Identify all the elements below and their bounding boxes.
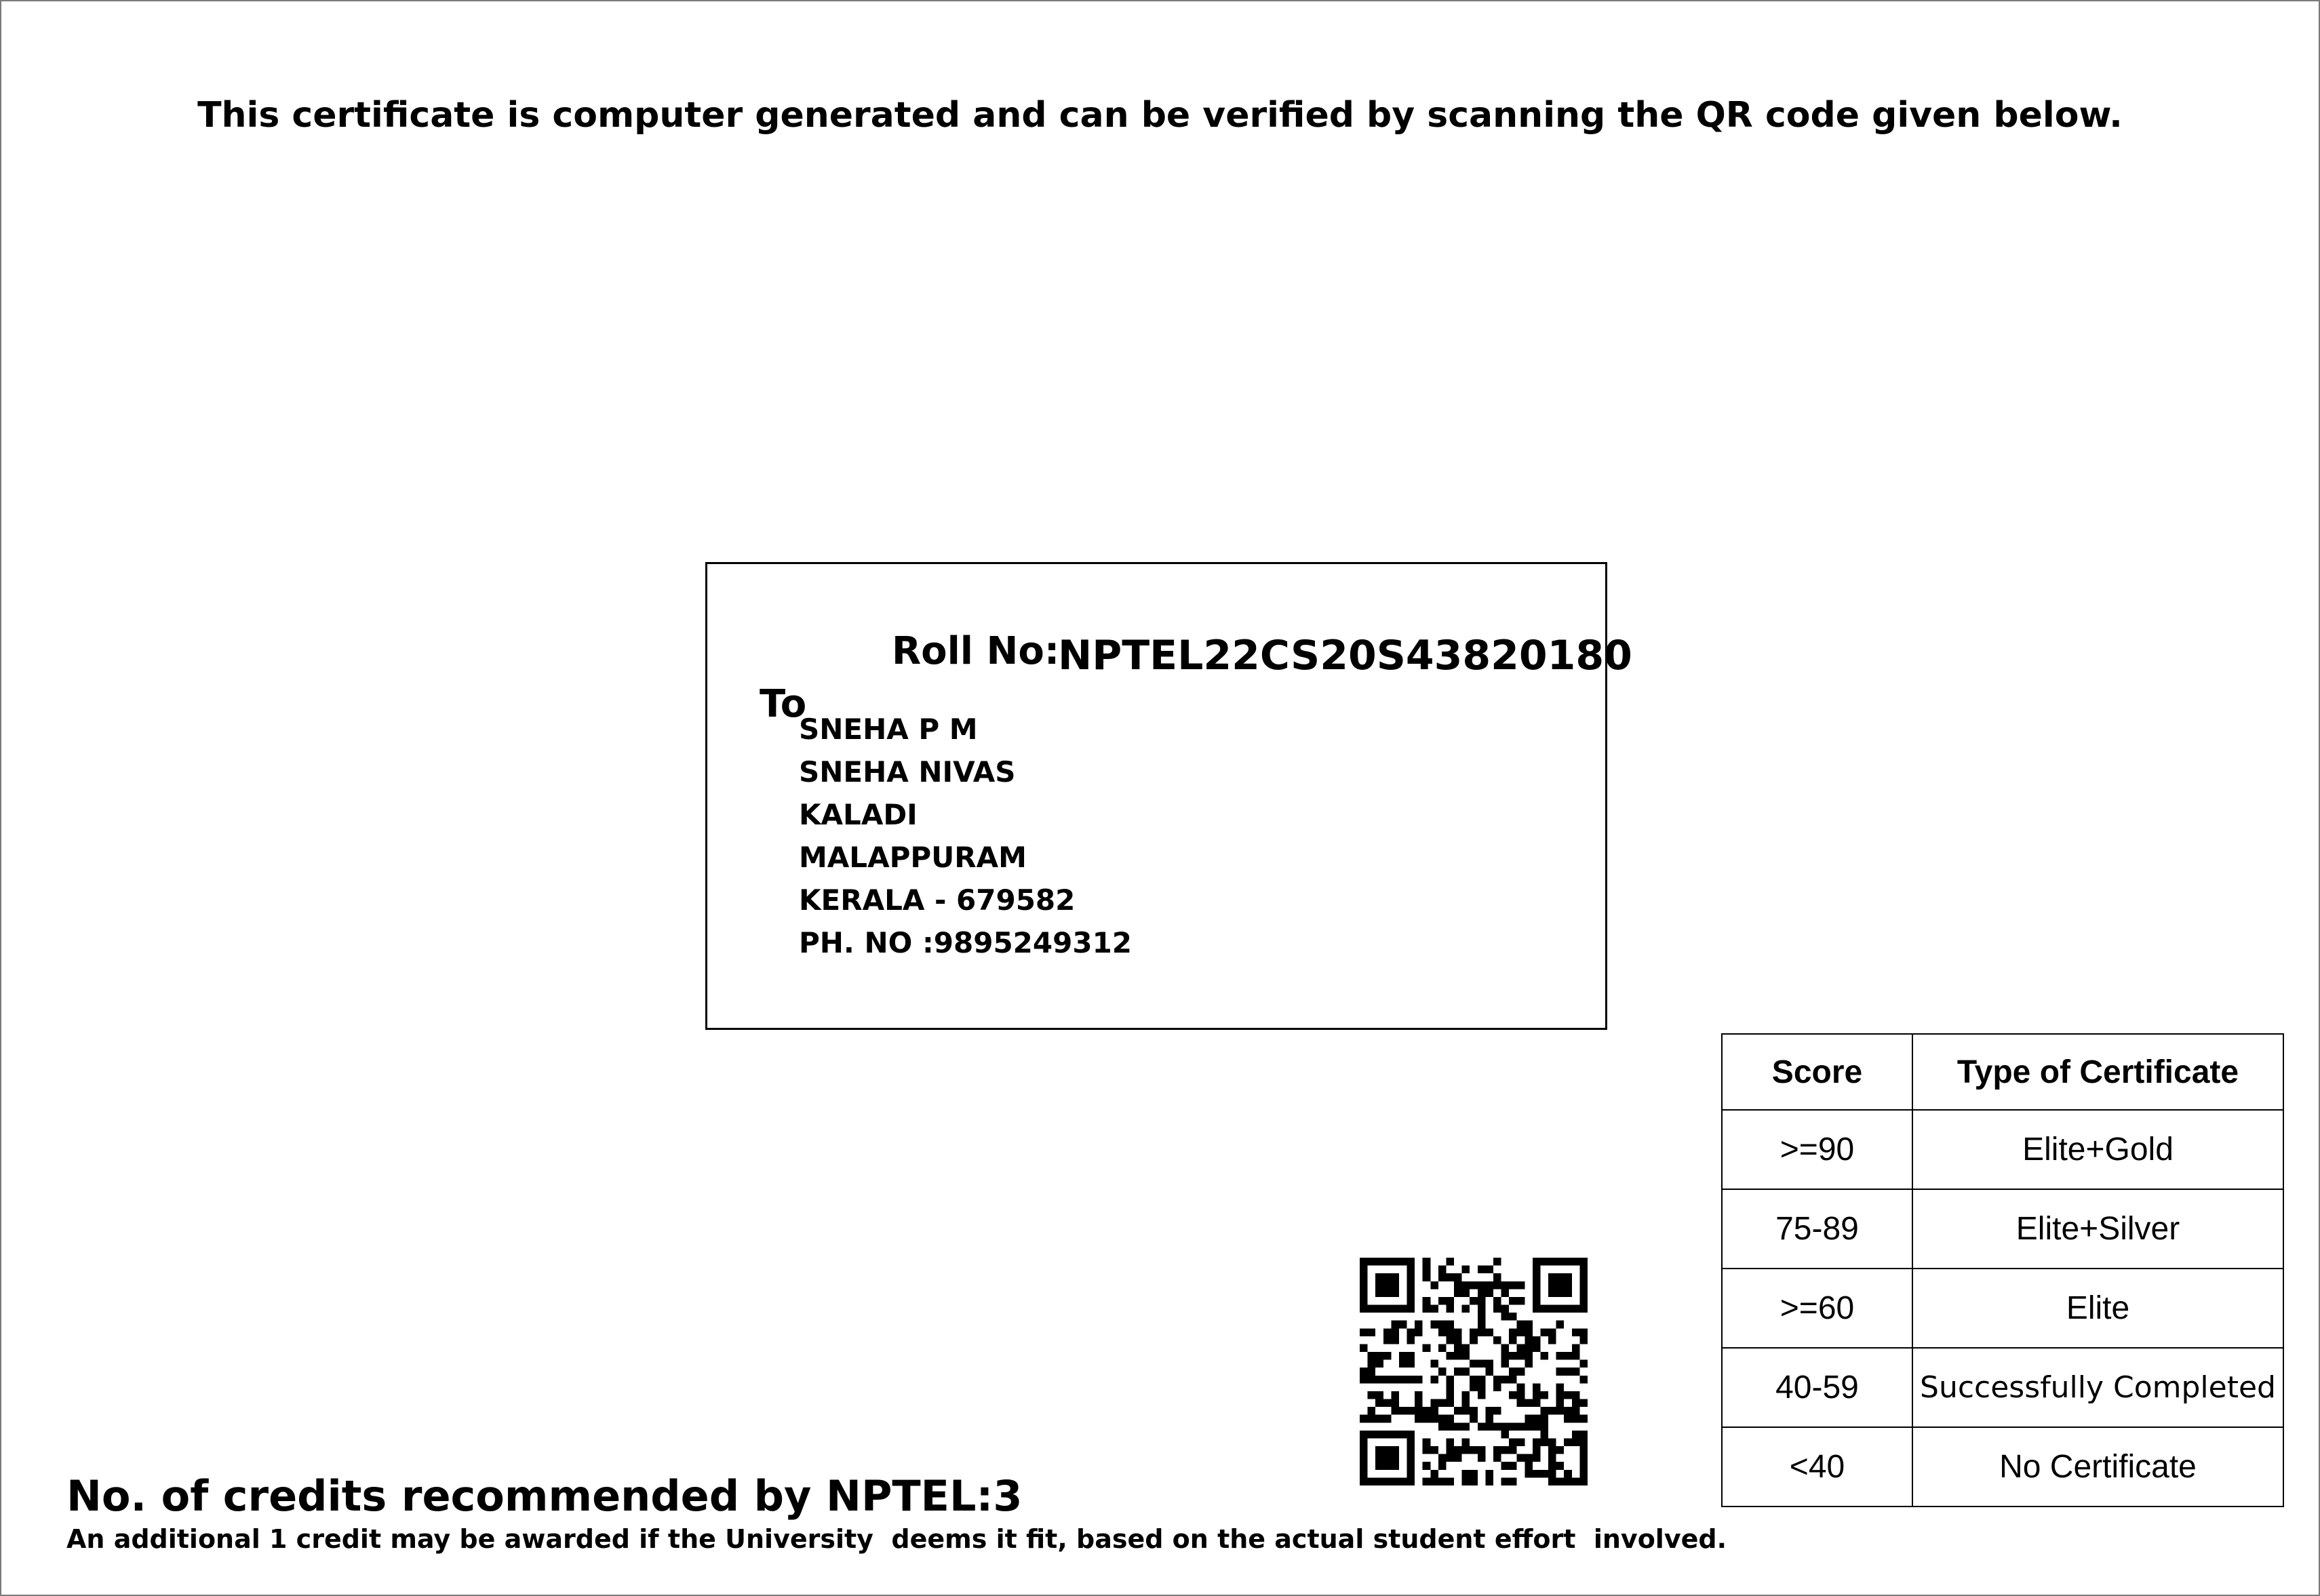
- type-cell: Elite: [1912, 1268, 2284, 1349]
- verification-notice: This certificate is computer generated a…: [197, 95, 2123, 136]
- type-cell: Elite+Silver: [1912, 1189, 2284, 1269]
- address-lines: SNEHA P M SNEHA NIVAS KALADI MALAPPURAM …: [799, 712, 1132, 968]
- address-line-name: SNEHA P M: [799, 713, 978, 746]
- score-cell: <40: [1721, 1427, 1913, 1507]
- roll-number-label: Roll No:: [892, 629, 1060, 673]
- type-cell: No Certificate: [1912, 1427, 2284, 1507]
- table-row: <40 No Certificate: [1721, 1427, 2284, 1507]
- credits-note: An additional 1 credit may be awarded if…: [66, 1524, 1727, 1554]
- address-line-house: SNEHA NIVAS: [799, 755, 1016, 789]
- score-cell: 75-89: [1721, 1189, 1913, 1269]
- credits-heading: No. of credits recommended by NPTEL:3: [66, 1471, 1023, 1521]
- table-row: >=60 Elite: [1721, 1268, 2284, 1349]
- address-line-phone: PH. NO :9895249312: [799, 926, 1133, 959]
- certificate-score-table: Score Type of Certificate >=90 Elite+Gol…: [1721, 1033, 2284, 1507]
- table-row: >=90 Elite+Gold: [1721, 1109, 2284, 1190]
- address-line-district: MALAPPURAM: [799, 841, 1027, 874]
- address-line-state-pin: KERALA - 679582: [799, 883, 1076, 917]
- roll-number-value: NPTEL22CS20S43820180: [1058, 632, 1632, 679]
- address-line-locality: KALADI: [799, 798, 918, 831]
- type-column-header: Type of Certificate: [1912, 1033, 2284, 1111]
- table-row: 75-89 Elite+Silver: [1721, 1189, 2284, 1269]
- score-cell: >=60: [1721, 1268, 1913, 1349]
- score-cell: >=90: [1721, 1109, 1913, 1190]
- type-cell: Successfully Completed: [1912, 1347, 2284, 1428]
- table-header-row: Score Type of Certificate: [1721, 1033, 2284, 1111]
- table-row: 40-59 Successfully Completed: [1721, 1347, 2284, 1428]
- type-cell: Elite+Gold: [1912, 1109, 2284, 1190]
- qr-code-icon[interactable]: [1360, 1258, 1588, 1485]
- score-column-header: Score: [1721, 1033, 1913, 1111]
- score-cell: 40-59: [1721, 1347, 1913, 1428]
